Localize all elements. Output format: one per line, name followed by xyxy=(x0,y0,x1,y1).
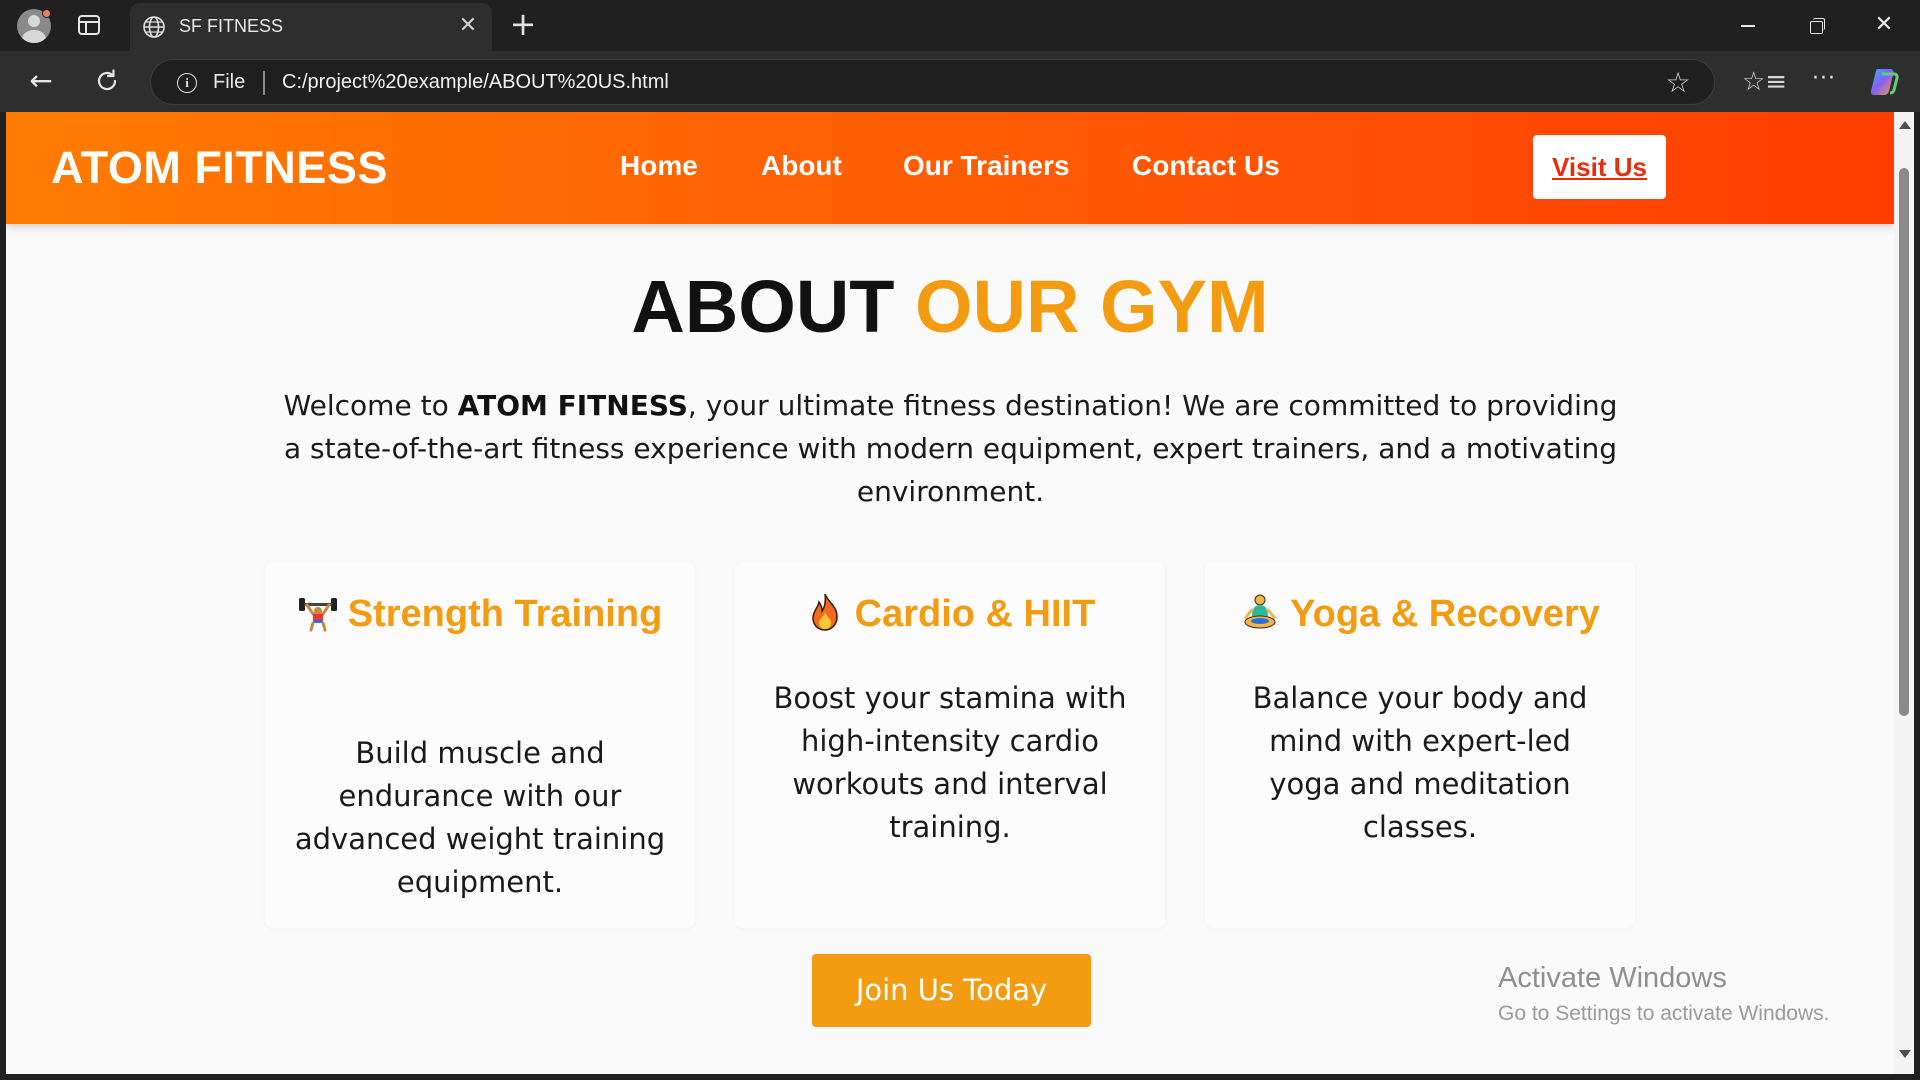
scrollbar-thumb[interactable] xyxy=(1899,168,1909,716)
yoga-icon xyxy=(1244,594,1276,629)
site-header: ATOM FITNESS Home About Our Trainers Con… xyxy=(6,112,1894,224)
back-icon[interactable]: ← xyxy=(26,67,56,96)
page-viewport: ATOM FITNESS Home About Our Trainers Con… xyxy=(6,112,1894,1074)
vertical-scrollbar[interactable] xyxy=(1894,112,1914,1074)
tab-actions-icon[interactable] xyxy=(78,15,100,35)
join-us-button[interactable]: Join Us Today xyxy=(812,954,1091,1027)
feature-card-cardio: Cardio & HIIT Boost your stamina with hi… xyxy=(735,562,1165,928)
intro-paragraph: Welcome to ATOM FITNESS, your ultimate f… xyxy=(278,384,1623,513)
browser-tab-bar: SF FITNESS ✕ + ✕ xyxy=(0,0,1920,51)
minimize-button[interactable] xyxy=(1726,8,1770,42)
feature-title: Cardio & HIIT xyxy=(735,587,1165,642)
info-icon[interactable]: i xyxy=(177,73,197,93)
more-icon[interactable]: ··· xyxy=(1808,66,1840,96)
feature-title-text: Strength Training xyxy=(347,593,663,635)
feature-title: Yoga & Recovery xyxy=(1205,587,1635,642)
feature-title-text: Cardio & HIIT xyxy=(854,593,1096,635)
reload-icon[interactable] xyxy=(92,66,122,96)
nav-about[interactable]: About xyxy=(761,150,842,182)
scroll-up-arrow-icon[interactable] xyxy=(1899,121,1911,129)
page-title: ABOUT OUR GYM xyxy=(6,264,1894,349)
copilot-icon[interactable] xyxy=(1868,65,1902,99)
nav-home[interactable]: Home xyxy=(620,150,698,182)
page-title-accent: OUR GYM xyxy=(915,265,1269,348)
fire-icon xyxy=(811,593,838,631)
restore-button[interactable] xyxy=(1794,8,1838,42)
nav-contact-us[interactable]: Contact Us xyxy=(1132,150,1280,182)
tab-close-icon[interactable]: ✕ xyxy=(455,13,481,39)
feature-title-text: Yoga & Recovery xyxy=(1290,593,1600,635)
activate-windows-subtitle: Go to Settings to activate Windows. xyxy=(1498,1002,1830,1025)
star-icon[interactable]: ☆ xyxy=(1663,68,1693,98)
weightlifter-icon xyxy=(298,598,337,632)
browser-toolbar: ← i File C:/project%20example/ABOUT%20US… xyxy=(0,51,1920,112)
close-window-button[interactable]: ✕ xyxy=(1862,8,1906,42)
feature-card-strength: Strength Training Build muscle and endur… xyxy=(265,562,695,928)
page-title-main: ABOUT xyxy=(631,265,895,348)
feature-description: Balance your body and mind with expert-l… xyxy=(1252,681,1588,844)
globe-icon xyxy=(143,16,165,38)
address-bar[interactable]: i File C:/project%20example/ABOUT%20US.h… xyxy=(150,59,1715,105)
scheme-label: File xyxy=(213,71,246,93)
feature-description: Build muscle and endurance with our adva… xyxy=(294,736,666,899)
scroll-down-arrow-icon[interactable] xyxy=(1899,1050,1911,1058)
feature-description: Boost your stamina with high-intensity c… xyxy=(773,681,1127,844)
favorites-icon[interactable]: ☆≡ xyxy=(1742,67,1787,97)
intro-text-start: Welcome to xyxy=(283,389,458,422)
site-logo[interactable]: ATOM FITNESS xyxy=(51,142,388,194)
url-text[interactable]: C:/project%20example/ABOUT%20US.html xyxy=(282,71,669,94)
feature-title: Strength Training xyxy=(265,587,695,642)
address-divider xyxy=(263,71,265,95)
tab-sf-fitness[interactable]: SF FITNESS ✕ xyxy=(130,3,492,51)
tab-title: SF FITNESS xyxy=(179,16,284,36)
visit-us-button[interactable]: Visit Us xyxy=(1533,135,1666,199)
intro-brand: ATOM FITNESS xyxy=(457,389,688,422)
nav-our-trainers[interactable]: Our Trainers xyxy=(903,150,1070,182)
new-tab-button[interactable]: + xyxy=(508,8,538,40)
feature-card-yoga: Yoga & Recovery Balance your body and mi… xyxy=(1205,562,1635,928)
profile-notification-dot xyxy=(42,9,51,18)
activate-windows-title: Activate Windows xyxy=(1498,962,1727,994)
